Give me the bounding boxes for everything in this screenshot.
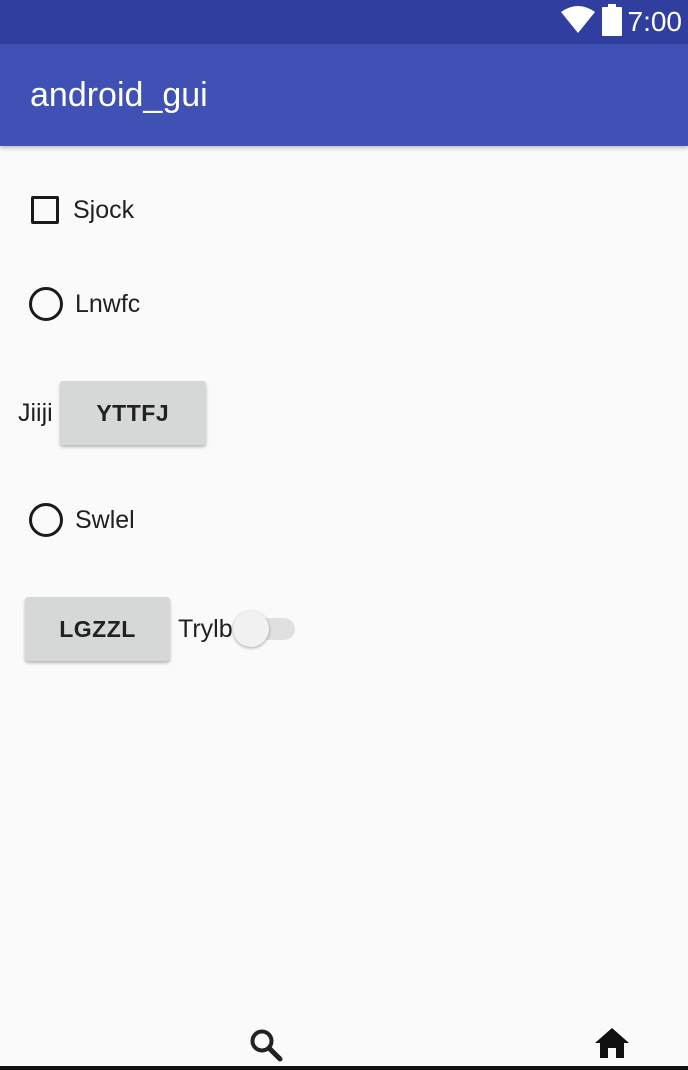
checkbox-label: Sjock — [73, 195, 135, 224]
button-switch-row: LGZZL Trylb — [25, 596, 295, 662]
radio-swlel[interactable]: Swlel — [29, 502, 135, 538]
bottom-nav — [0, 1016, 688, 1070]
checkbox-sjock[interactable]: Sjock — [31, 194, 134, 226]
checkbox-box[interactable] — [31, 196, 59, 224]
switch-thumb[interactable] — [232, 611, 269, 647]
main-content: Sjock Lnwfc Jiiji YTTFJ Swlel LGZZL Tryl… — [0, 146, 688, 1016]
status-bar: 7:00 — [0, 0, 688, 44]
trylb-label: Trylb — [178, 614, 233, 643]
app-title: android_gui — [30, 76, 208, 114]
radio-label: Lnwfc — [75, 289, 141, 318]
radio-label: Swlel — [75, 505, 135, 534]
lgzzl-button[interactable]: LGZZL — [25, 597, 170, 661]
status-time: 7:00 — [627, 6, 683, 37]
radio-lnwfc[interactable]: Lnwfc — [29, 286, 140, 322]
trylb-switch[interactable] — [232, 611, 295, 647]
radio-circle[interactable] — [29, 287, 63, 321]
jiiji-label: Jiiji — [18, 398, 53, 427]
status-icons: 7:00 — [560, 0, 683, 44]
yttfj-button[interactable]: YTTFJ — [59, 381, 206, 445]
home-icon[interactable] — [594, 1027, 630, 1064]
nav-bottom-line — [0, 1066, 688, 1070]
labeled-button-row: Jiiji YTTFJ — [18, 380, 206, 446]
wifi-icon — [560, 5, 596, 40]
app-bar: android_gui — [0, 44, 688, 146]
search-icon[interactable] — [249, 1028, 283, 1067]
battery-icon — [601, 3, 622, 41]
radio-circle[interactable] — [29, 503, 63, 537]
